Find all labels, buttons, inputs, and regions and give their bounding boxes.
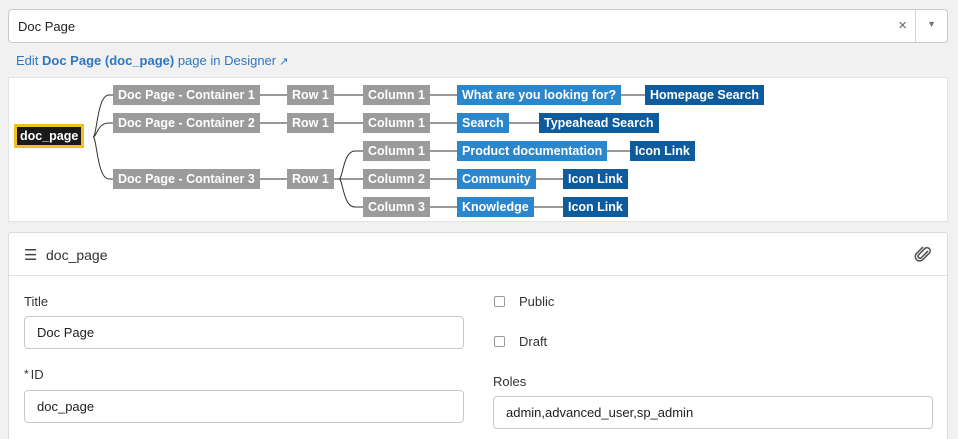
required-mark: * — [24, 367, 29, 381]
tree-node-instance-product-documentation[interactable]: Product documentation — [457, 141, 608, 161]
tree-node-column-1c[interactable]: Column 1 — [363, 141, 430, 161]
edit-in-designer-link[interactable]: Edit Doc Page (doc_page) page in Designe… — [16, 53, 288, 68]
page-select-value: Doc Page — [18, 19, 76, 34]
public-checkbox[interactable] — [494, 296, 505, 307]
title-label: Title — [24, 294, 49, 309]
page-form-panel: ☰ doc_page Title *ID Public Draft Roles — [8, 232, 948, 439]
layout-tree: doc_page Doc Page - Container 1 Doc Page… — [8, 77, 948, 222]
tree-node-instance-community[interactable]: Community — [457, 169, 536, 189]
public-label: Public — [519, 294, 555, 309]
panel-header: ☰ doc_page — [9, 233, 947, 276]
edit-link-suffix: page in Designer — [174, 53, 277, 68]
external-link-icon: ↗ — [279, 56, 289, 68]
tree-node-column-2[interactable]: Column 2 — [363, 169, 430, 189]
tree-node-column-3[interactable]: Column 3 — [363, 197, 430, 217]
id-input[interactable] — [24, 390, 464, 423]
tree-node-row-1a[interactable]: Row 1 — [287, 85, 334, 105]
tree-node-root[interactable]: doc_page — [14, 124, 85, 148]
tree-node-widget-icon-link-2[interactable]: Icon Link — [563, 169, 628, 189]
tree-node-widget-typeahead-search[interactable]: Typeahead Search — [539, 113, 659, 133]
panel-title: doc_page — [46, 247, 108, 263]
tree-node-container-3[interactable]: Doc Page - Container 3 — [113, 169, 260, 189]
tree-node-column-1a[interactable]: Column 1 — [363, 85, 430, 105]
tree-node-instance-what-are-you-looking-for[interactable]: What are you looking for? — [457, 85, 622, 105]
roles-input[interactable] — [493, 396, 933, 429]
tree-node-row-1b[interactable]: Row 1 — [287, 113, 334, 133]
tree-node-container-1[interactable]: Doc Page - Container 1 — [113, 85, 260, 105]
tree-node-row-1c[interactable]: Row 1 — [287, 169, 334, 189]
tree-node-widget-homepage-search[interactable]: Homepage Search — [645, 85, 765, 105]
title-input[interactable] — [24, 316, 464, 349]
tree-node-column-1b[interactable]: Column 1 — [363, 113, 430, 133]
draft-label: Draft — [519, 334, 548, 349]
edit-link-page-name: Doc Page (doc_page) — [42, 53, 175, 68]
tree-node-widget-icon-link-1[interactable]: Icon Link — [630, 141, 695, 161]
tree-node-widget-icon-link-3[interactable]: Icon Link — [563, 197, 628, 217]
chevron-down-icon[interactable]: ▼ — [927, 19, 936, 29]
hamburger-menu-icon[interactable]: ☰ — [24, 246, 37, 264]
roles-label: Roles — [493, 374, 527, 389]
select-divider — [915, 10, 916, 42]
id-label: * ID — [24, 367, 44, 382]
tree-node-container-2[interactable]: Doc Page - Container 2 — [113, 113, 260, 133]
id-label-text: ID — [30, 367, 44, 382]
tree-node-instance-knowledge[interactable]: Knowledge — [457, 197, 534, 217]
tree-node-instance-search[interactable]: Search — [457, 113, 509, 133]
clear-icon[interactable]: × — [898, 18, 907, 34]
edit-link-prefix: Edit — [16, 53, 43, 68]
page-select[interactable]: Doc Page × ▼ — [8, 9, 948, 43]
paperclip-icon[interactable] — [913, 244, 933, 269]
draft-checkbox[interactable] — [494, 336, 505, 347]
